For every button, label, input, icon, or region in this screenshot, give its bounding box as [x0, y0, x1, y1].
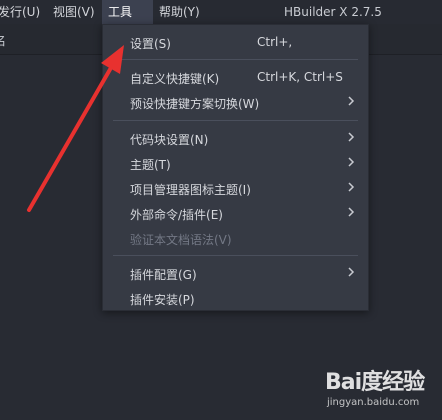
annotation-arrow-icon: [27, 45, 124, 212]
watermark-url: jingyan.baidu.com: [327, 397, 420, 408]
watermark-brand: Bai度经验: [325, 370, 425, 395]
baidu-watermark: Bai度经验 jingyan.baidu.com: [325, 364, 437, 416]
